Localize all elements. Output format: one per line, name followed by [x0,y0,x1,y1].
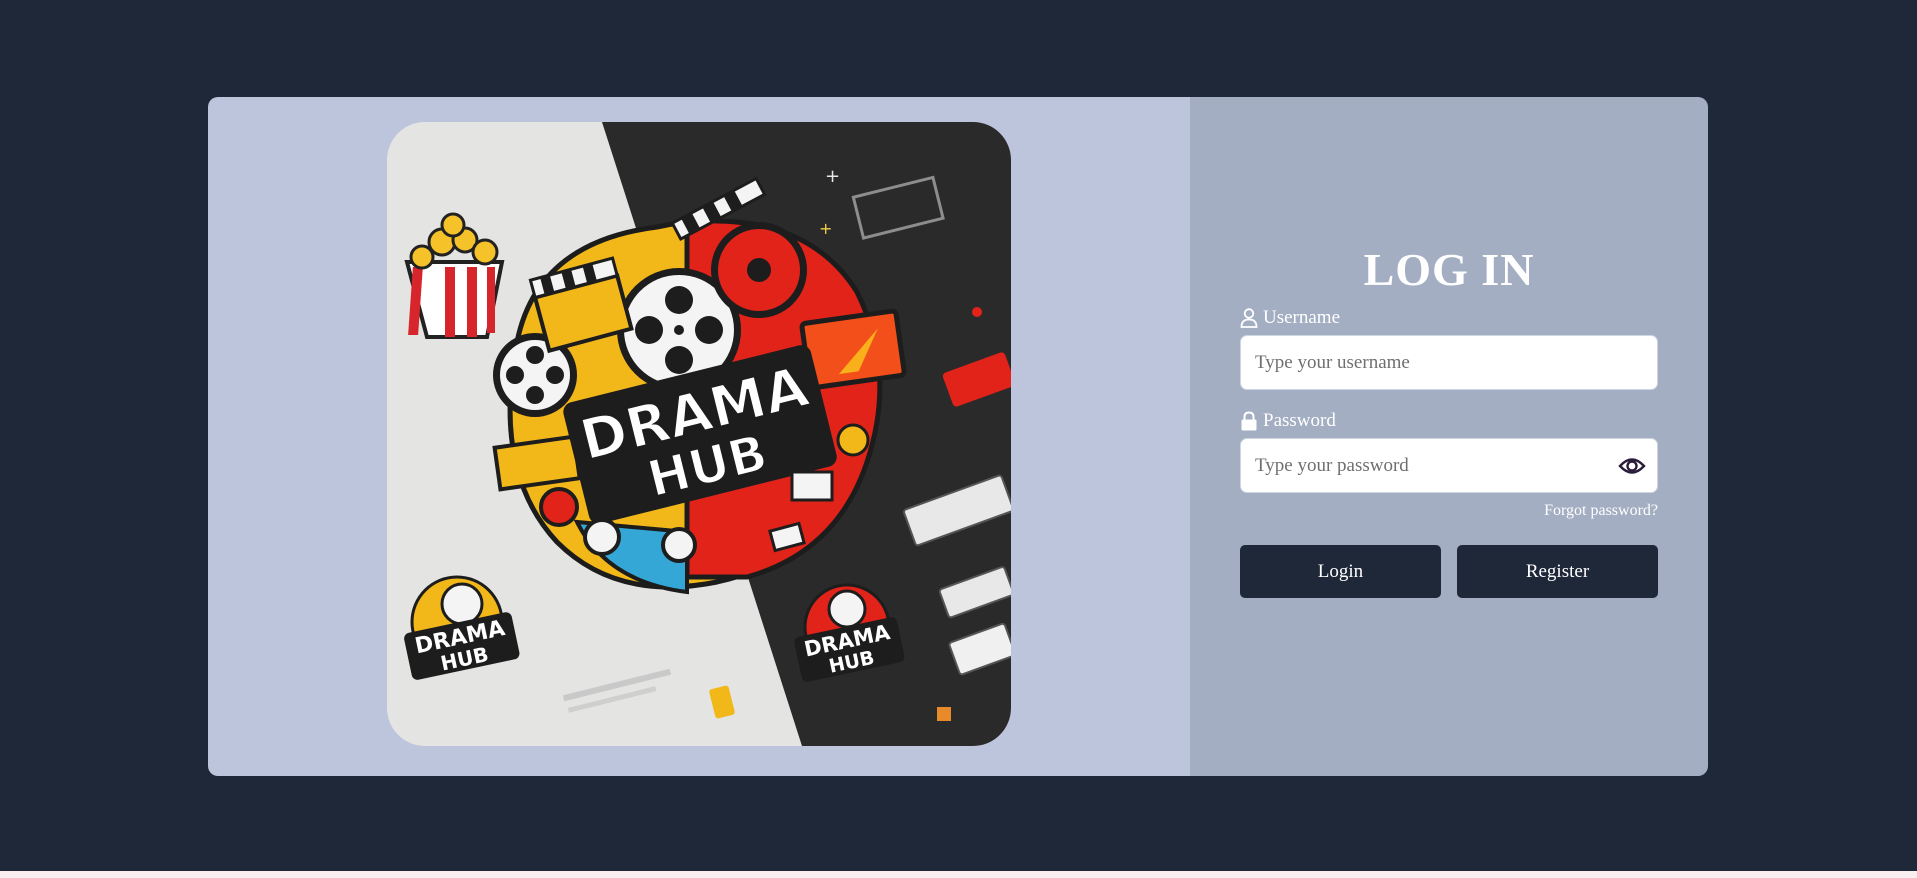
lock-icon [1241,411,1257,431]
login-panel: LOG IN Username Password [1190,97,1708,776]
button-row: Login Register [1240,545,1658,598]
drama-hub-illustration: DRAMA HUB + + DRAMA HUB DRAMA HUB [387,122,1011,746]
register-button[interactable]: Register [1457,545,1658,598]
password-input[interactable] [1241,439,1657,492]
username-field-box [1240,335,1658,390]
eye-icon[interactable] [1618,454,1646,478]
login-card: DRAMA HUB + + DRAMA HUB DRAMA HUB LOG IN… [208,97,1708,776]
username-input[interactable] [1241,336,1657,389]
login-form: LOG IN Username Password [1240,247,1658,598]
svg-text:+: + [825,166,840,187]
login-title: LOG IN [1363,244,1535,295]
username-label: Username [1240,307,1658,329]
illustration-panel: DRAMA HUB + + DRAMA HUB DRAMA HUB [208,97,1190,776]
user-icon [1240,308,1258,328]
password-field-box [1240,438,1658,493]
forgot-password-link[interactable]: Forgot password? [1240,502,1658,520]
page-bottom-strip [0,871,1917,878]
svg-text:+: + [819,219,832,238]
password-label: Password [1240,410,1658,432]
login-button[interactable]: Login [1240,545,1441,598]
password-label-text: Password [1263,410,1336,431]
username-label-text: Username [1263,307,1341,328]
